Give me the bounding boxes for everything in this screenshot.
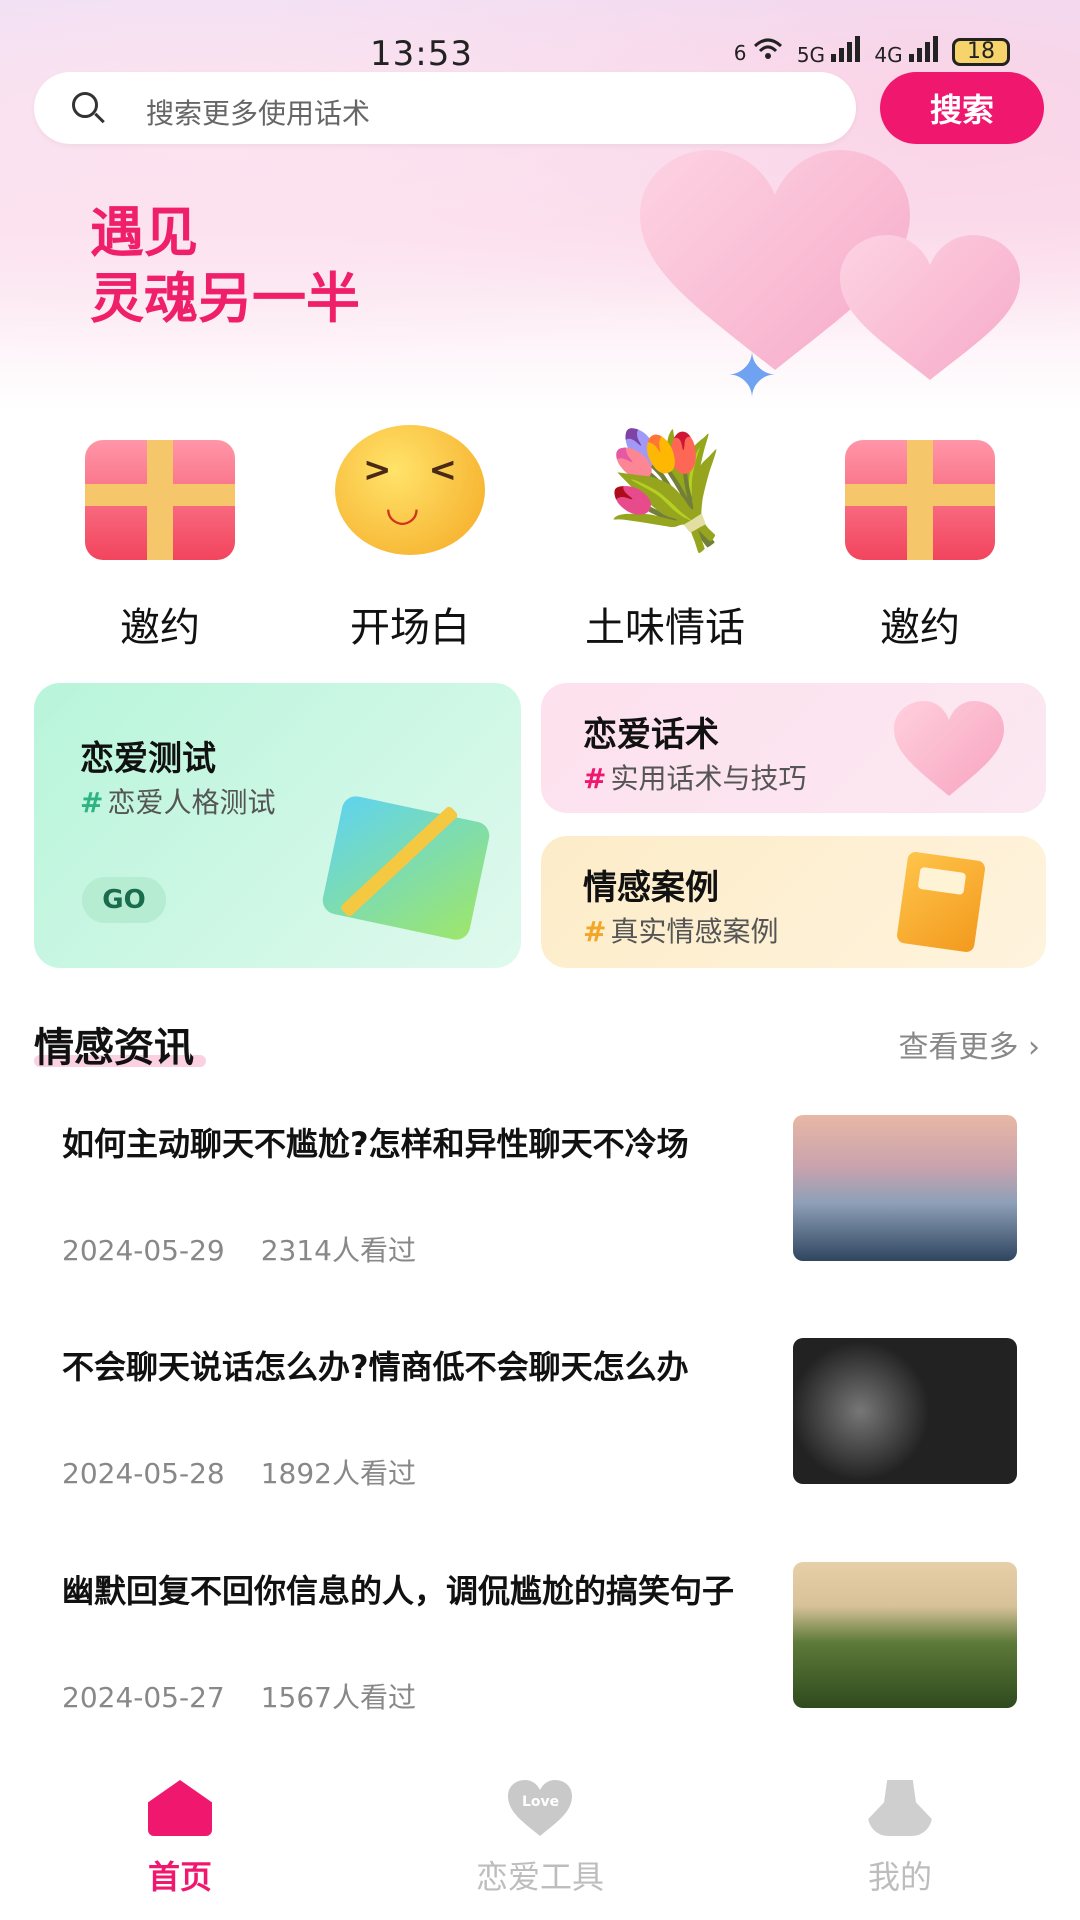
news-thumbnail (793, 1338, 1017, 1484)
category-invite[interactable]: 邀约 (40, 415, 280, 653)
search-input[interactable]: 搜索更多使用话术 (34, 72, 856, 144)
news-meta: 2024-05-29 2314人看过 (62, 1229, 416, 1269)
section-heading: 情感资讯 (34, 1025, 194, 1071)
category-label: 开场白 (350, 605, 470, 651)
love-test-card[interactable]: 恋爱测试 # 恋爱人格测试 GO (34, 683, 521, 968)
hash-icon: # (583, 762, 607, 795)
hash-icon: # (583, 915, 607, 948)
card-subtitle-text: 恋爱人格测试 (107, 786, 276, 819)
news-meta: 2024-05-28 1892人看过 (62, 1452, 416, 1492)
card-subtitle-text: 实用话术与技巧 (610, 762, 807, 795)
battery-icon: 18 (952, 37, 1010, 66)
wifi-label: 6 (733, 41, 747, 65)
emotion-case-card[interactable]: 情感案例 # 真实情感案例 (541, 836, 1046, 968)
tab-me[interactable]: 我的 (720, 1780, 1080, 1898)
news-date: 2024-05-29 (62, 1234, 225, 1267)
heart-face-icon (894, 701, 1004, 796)
search-placeholder: 搜索更多使用话术 (146, 97, 371, 130)
card-subtitle: # 恋爱人格测试 (80, 781, 275, 821)
card-title: 恋爱测试 (80, 739, 216, 779)
tab-home[interactable]: 首页 (0, 1780, 360, 1898)
view-more-link[interactable]: 查看更多 › (898, 1022, 1040, 1066)
card-subtitle: # 实用话术与技巧 (583, 757, 806, 797)
category-row: 邀约 > < ◡ 开场白 💐 土味情话 邀约 (0, 415, 1080, 655)
category-cheesy-lines[interactable]: 💐 土味情话 (545, 415, 785, 653)
signal-4g-label: 4G (874, 43, 903, 67)
hero-banner[interactable]: 13:53 6 5G 4G 18 搜索更多使用话术 搜索 遇见 灵魂另一半 ✦ (0, 0, 1080, 410)
news-title: 幽默回复不回你信息的人，调侃尴尬的搞笑句子 (62, 1572, 735, 1610)
gift-icon (835, 415, 1005, 565)
card-subtitle: # 真实情感案例 (583, 910, 778, 950)
card-title: 恋爱话术 (583, 715, 719, 755)
news-views: 1892人看过 (260, 1457, 416, 1490)
news-title: 如何主动聊天不尴尬?怎样和异性聊天不冷场 (62, 1125, 689, 1163)
home-icon (148, 1780, 212, 1836)
signal-4g-icon: 4G (874, 36, 938, 67)
news-views: 1567人看过 (260, 1681, 416, 1714)
tab-label: 恋爱工具 (475, 1858, 604, 1896)
news-meta: 2024-05-27 1567人看过 (62, 1676, 416, 1716)
news-views: 2314人看过 (260, 1234, 416, 1267)
news-date: 2024-05-27 (62, 1681, 225, 1714)
star-icon: ✦ (726, 339, 778, 412)
news-date: 2024-05-28 (62, 1457, 225, 1490)
notebook-icon (320, 793, 492, 943)
banner-line-2: 灵魂另一半 (90, 267, 360, 330)
bottom-tab-bar: 首页 Love 恋爱工具 我的 (0, 1740, 1080, 1920)
go-button[interactable]: GO (82, 877, 166, 923)
smiley-icon: > < ◡ (325, 415, 495, 565)
news-thumbnail (793, 1562, 1017, 1708)
hash-icon: # (80, 786, 104, 819)
banner-line-1: 遇见 (90, 201, 198, 264)
news-thumbnail (793, 1115, 1017, 1261)
tab-label: 首页 (147, 1858, 212, 1896)
banner-slogan: 遇见 灵魂另一半 (90, 200, 360, 332)
tab-love-tools[interactable]: Love 恋爱工具 (360, 1780, 720, 1898)
gift-icon (75, 415, 245, 565)
status-icons: 6 5G 4G 18 (734, 36, 1010, 67)
news-item[interactable]: 如何主动聊天不尴尬?怎样和异性聊天不冷场 2024-05-29 2314人看过 (0, 1115, 1080, 1325)
search-button[interactable]: 搜索 (880, 72, 1044, 144)
card-subtitle-text: 真实情感案例 (610, 915, 779, 948)
card-title: 情感案例 (583, 868, 719, 908)
love-icon-text: Love (522, 1794, 560, 1810)
category-invite-2[interactable]: 邀约 (800, 415, 1040, 653)
book-icon (895, 851, 987, 953)
person-icon (868, 1780, 932, 1836)
news-title: 不会聊天说话怎么办?情商低不会聊天怎么办 (62, 1348, 689, 1386)
love-talk-card[interactable]: 恋爱话术 # 实用话术与技巧 (541, 683, 1046, 813)
wifi-icon: 6 (734, 38, 783, 65)
category-opener[interactable]: > < ◡ 开场白 (290, 415, 530, 653)
category-label: 土味情话 (585, 605, 745, 651)
search-icon (72, 92, 98, 118)
love-heart-icon: Love (508, 1780, 572, 1836)
category-label: 邀约 (120, 605, 200, 651)
category-label: 邀约 (880, 605, 960, 651)
news-item[interactable]: 不会聊天说话怎么办?情商低不会聊天怎么办 2024-05-28 1892人看过 (0, 1338, 1080, 1548)
tab-label: 我的 (867, 1858, 932, 1896)
status-time: 13:53 (370, 34, 473, 74)
bouquet-icon: 💐 (596, 426, 734, 554)
heart-balloon-small-icon (840, 235, 1020, 385)
signal-5g-label: 5G (796, 43, 826, 67)
signal-5g-icon: 5G (797, 36, 861, 67)
